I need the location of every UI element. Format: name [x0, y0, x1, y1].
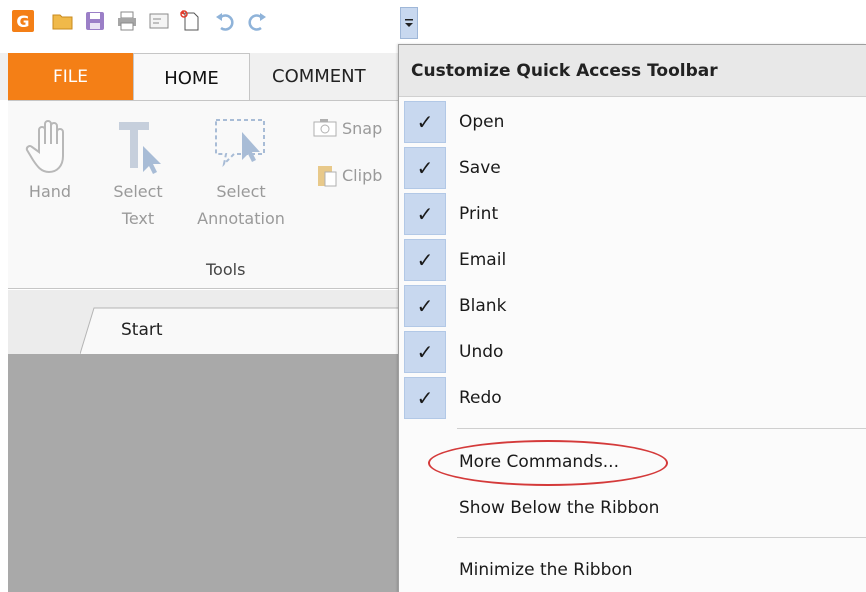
tab-start-label: Start	[121, 320, 163, 340]
menu-item-label: Blank	[459, 296, 507, 316]
email-icon[interactable]	[146, 8, 172, 34]
tools-group-label: Tools	[206, 260, 246, 279]
select-text-button[interactable]: Select Text	[100, 112, 176, 232]
select-annotation-label-1: Select	[216, 182, 266, 201]
undo-icon[interactable]	[212, 8, 238, 34]
menu-item-save[interactable]: ✓ Save	[399, 145, 866, 191]
menu-item-label: Save	[459, 158, 501, 178]
menu-item-print[interactable]: ✓ Print	[399, 191, 866, 237]
menu-item-blank[interactable]: ✓ Blank	[399, 283, 866, 329]
app-logo-icon[interactable]: G	[10, 8, 36, 34]
clipboard-icon	[318, 166, 337, 187]
menu-item-label: Redo	[459, 388, 502, 408]
menu-item-email[interactable]: ✓ Email	[399, 237, 866, 283]
snapshot-label: Snap	[342, 118, 383, 138]
hand-icon	[25, 120, 64, 174]
menu-item-label: Email	[459, 250, 507, 270]
menu-item-label: Print	[459, 204, 499, 224]
menu-item-minimize-ribbon[interactable]: Minimize the Ribbon	[399, 547, 866, 592]
menu-item-undo[interactable]: ✓ Undo	[399, 329, 866, 375]
check-icon: ✓	[404, 147, 446, 189]
redo-icon[interactable]	[244, 8, 270, 34]
customize-qat-menu: Customize Quick Access Toolbar ✓ Open ✓ …	[398, 44, 866, 592]
check-icon: ✓	[404, 331, 446, 373]
document-workspace	[8, 354, 418, 592]
check-icon: ✓	[404, 193, 446, 235]
check-icon: ✓	[404, 239, 446, 281]
menu-separator	[457, 537, 866, 538]
blank-icon[interactable]	[178, 8, 204, 34]
menu-item-open[interactable]: ✓ Open	[399, 99, 866, 145]
menu-item-label: Minimize the Ribbon	[459, 560, 633, 580]
select-annotation-label-2: Annotation	[197, 209, 285, 228]
check-icon: ✓	[404, 377, 446, 419]
menu-item-redo[interactable]: ✓ Redo	[399, 375, 866, 421]
customize-dropdown-icon[interactable]	[400, 7, 418, 39]
select-text-label-1: Select	[113, 182, 163, 201]
select-text-label-2: Text	[121, 209, 155, 228]
save-icon[interactable]	[82, 8, 108, 34]
clipboard-label: Clipb	[342, 165, 383, 185]
camera-icon	[313, 119, 337, 137]
tab-home[interactable]: HOME	[133, 53, 250, 102]
snapshot-button[interactable]: Snap	[312, 118, 398, 138]
check-icon: ✓	[404, 285, 446, 327]
select-text-icon	[119, 122, 161, 174]
quick-access-toolbar: G	[0, 0, 866, 46]
open-folder-icon[interactable]	[50, 8, 76, 34]
svg-text:G: G	[16, 12, 29, 31]
hand-tool-button[interactable]: Hand	[20, 112, 80, 205]
tab-file[interactable]: FILE	[8, 53, 133, 100]
highlight-oval	[428, 440, 668, 486]
tab-comment[interactable]: COMMENT	[262, 53, 402, 100]
menu-title: Customize Quick Access Toolbar	[399, 45, 866, 97]
select-annotation-icon	[215, 119, 265, 168]
menu-item-label: Open	[459, 112, 505, 132]
menu-separator	[457, 428, 866, 429]
menu-item-label: Undo	[459, 342, 504, 362]
menu-item-label: Show Below the Ribbon	[459, 498, 660, 518]
check-icon: ✓	[404, 101, 446, 143]
clipboard-button[interactable]: Clipb	[316, 162, 398, 188]
select-annotation-button[interactable]: Select Annotation	[186, 112, 296, 232]
hand-label: Hand	[28, 182, 72, 201]
print-icon[interactable]	[114, 8, 140, 34]
menu-item-show-below-ribbon[interactable]: Show Below the Ribbon	[399, 485, 866, 531]
